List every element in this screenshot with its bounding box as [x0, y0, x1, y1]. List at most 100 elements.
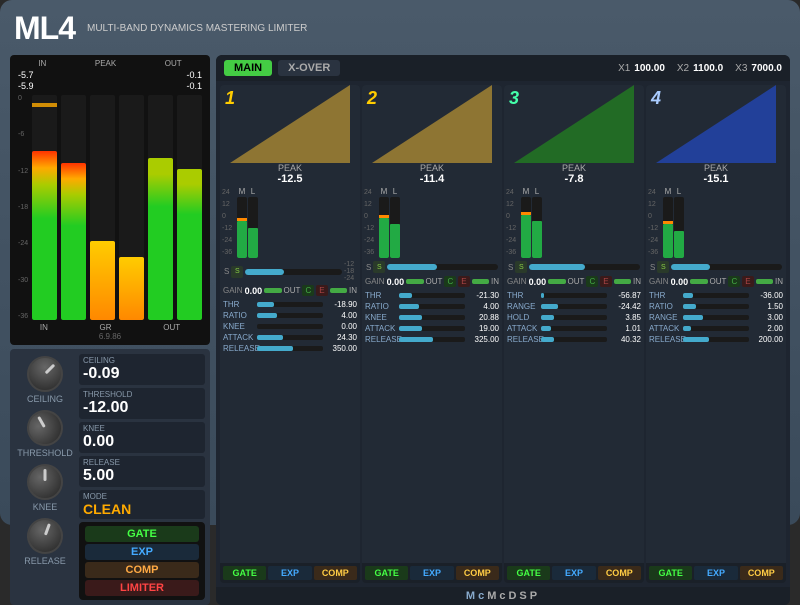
band-4-comp-btn[interactable]: COMP [740, 566, 783, 580]
mode-label: MODE [83, 492, 201, 501]
band-2-s-slider[interactable] [387, 264, 498, 270]
release-knob[interactable] [22, 513, 68, 559]
band-3-m-meter [521, 197, 531, 258]
band-4-thr-slider[interactable] [683, 293, 749, 298]
band-4-peak-value: -15.1 [646, 173, 786, 185]
band-3-gate-btn[interactable]: GATE [507, 566, 550, 580]
band-3-range-label: RANGE [507, 302, 539, 311]
band-3-thr-value: -56.87 [609, 291, 641, 300]
band-2-e-btn[interactable]: E [458, 276, 469, 287]
band-2-m-meter [379, 197, 389, 258]
band-1-release-label: RELEASE [223, 344, 255, 353]
band-4-peak: PEAK -15.1 [646, 163, 786, 185]
threshold-knob-label: THRESHOLD [17, 448, 73, 458]
band-2-ratio-slider[interactable] [399, 304, 465, 309]
band-1: 1 PEAK -12.5 24120-12-24-36 M [220, 85, 360, 583]
band-2-solo[interactable]: S [373, 261, 385, 273]
band-3-e-btn[interactable]: E [600, 276, 611, 287]
band-4-in-meter [756, 279, 773, 284]
band-2-exp-btn[interactable]: EXP [410, 566, 453, 580]
band-1-in-label: IN [349, 286, 357, 295]
band-1-thr-slider[interactable] [257, 302, 323, 307]
comp-button[interactable]: COMP [85, 562, 199, 578]
band-1-knee-slider[interactable] [257, 324, 323, 329]
ceiling-knob[interactable] [20, 349, 71, 400]
gate-button[interactable]: GATE [85, 526, 199, 542]
mode-value: CLEAN [83, 501, 201, 517]
knee-knob[interactable] [27, 464, 63, 500]
band-1-e-btn[interactable]: E [316, 285, 327, 296]
mode-buttons: GATE EXP COMP LIMITER [79, 522, 205, 600]
band-3-hold-value: 3.85 [609, 313, 641, 322]
band-1-out-meter [264, 288, 281, 293]
xover-tab[interactable]: X-OVER [278, 60, 340, 76]
knee-display: KNEE 0.00 [79, 422, 205, 453]
band-3-c-btn[interactable]: C [586, 276, 598, 287]
release-value: 5.00 [83, 467, 201, 485]
release-display: RELEASE 5.00 [79, 456, 205, 487]
exp-button[interactable]: EXP [85, 544, 199, 560]
band-4-range-slider[interactable] [683, 315, 749, 320]
band-1-peak-value: -12.5 [220, 173, 360, 185]
meter-gr-l [90, 95, 115, 320]
threshold-knob-group: THRESHOLD [17, 408, 73, 458]
main-tab[interactable]: MAIN [224, 60, 272, 76]
band-1-s-slider[interactable] [245, 269, 342, 275]
band-2-in-meter [472, 279, 489, 284]
band-3-s-slider[interactable] [529, 264, 640, 270]
band-2-release-value: 325.00 [467, 335, 499, 344]
band-4-number: 4 [651, 88, 661, 109]
band-2-gate-btn[interactable]: GATE [365, 566, 408, 580]
brand-logo: McMcDSP [216, 587, 790, 605]
ceiling-knob-group: CEILING [27, 354, 63, 404]
band-1-attack-slider[interactable] [257, 335, 323, 340]
band-1-solo[interactable]: S [231, 266, 243, 278]
band-4-viz: 4 [646, 85, 786, 163]
x3-value: 7000.0 [751, 63, 782, 74]
band-1-gate-btn[interactable]: GATE [223, 566, 266, 580]
band-4-c-btn[interactable]: C [728, 276, 740, 287]
peak-l-value: -0.1 [186, 70, 202, 80]
band-1-comp-btn[interactable]: COMP [314, 566, 357, 580]
band-3-thr-slider[interactable] [541, 293, 607, 298]
band-3-exp-btn[interactable]: EXP [552, 566, 595, 580]
band-2-attack-slider[interactable] [399, 326, 465, 331]
band-4-exp-btn[interactable]: EXP [694, 566, 737, 580]
band-4-gate-btn[interactable]: GATE [649, 566, 692, 580]
band-2-knee-slider[interactable] [399, 315, 465, 320]
band-4-solo[interactable]: S [657, 261, 669, 273]
knee-value: 0.00 [83, 433, 201, 451]
band-2-thr-slider[interactable] [399, 293, 465, 298]
band-4-ratio-label: RATIO [649, 302, 681, 311]
x1-value: 100.00 [634, 63, 665, 74]
plugin-logo: ML4 [14, 10, 75, 47]
ceiling-display: CEILING -0.09 [79, 354, 205, 385]
band-1-ratio-row: RATIO 4.00 [223, 311, 357, 320]
release-label: RELEASE [83, 458, 201, 467]
brand-m-dot: Mc [466, 590, 487, 602]
band-4-attack-slider[interactable] [683, 326, 749, 331]
band-3-range-slider[interactable] [541, 304, 607, 309]
band-1-c-btn[interactable]: C [302, 285, 314, 296]
band-2-comp-btn[interactable]: COMP [456, 566, 499, 580]
band-3-solo[interactable]: S [515, 261, 527, 273]
band-2-c-btn[interactable]: C [444, 276, 456, 287]
band-4-e-btn[interactable]: E [742, 276, 753, 287]
band-1-ratio-slider[interactable] [257, 313, 323, 318]
band-2-release-slider[interactable] [399, 337, 465, 342]
threshold-knob[interactable] [20, 403, 69, 452]
band-1-thr-label: THR [223, 300, 255, 309]
band-3-release-slider[interactable] [541, 337, 607, 342]
band-3-attack-slider[interactable] [541, 326, 607, 331]
band-4-ratio-slider[interactable] [683, 304, 749, 309]
band-3-hold-slider[interactable] [541, 315, 607, 320]
band-3-comp-btn[interactable]: COMP [598, 566, 641, 580]
band-1-exp-btn[interactable]: EXP [268, 566, 311, 580]
limiter-button[interactable]: LIMITER [85, 580, 199, 596]
band-3-peak-value: -7.8 [504, 173, 644, 185]
band-1-release-slider[interactable] [257, 346, 323, 351]
plugin-subtitle: MULTI-BAND DYNAMICS MASTERING LIMITER [87, 22, 307, 35]
band-2-peak: PEAK -11.4 [362, 163, 502, 185]
band-4-s-slider[interactable] [671, 264, 782, 270]
band-4-release-slider[interactable] [683, 337, 749, 342]
